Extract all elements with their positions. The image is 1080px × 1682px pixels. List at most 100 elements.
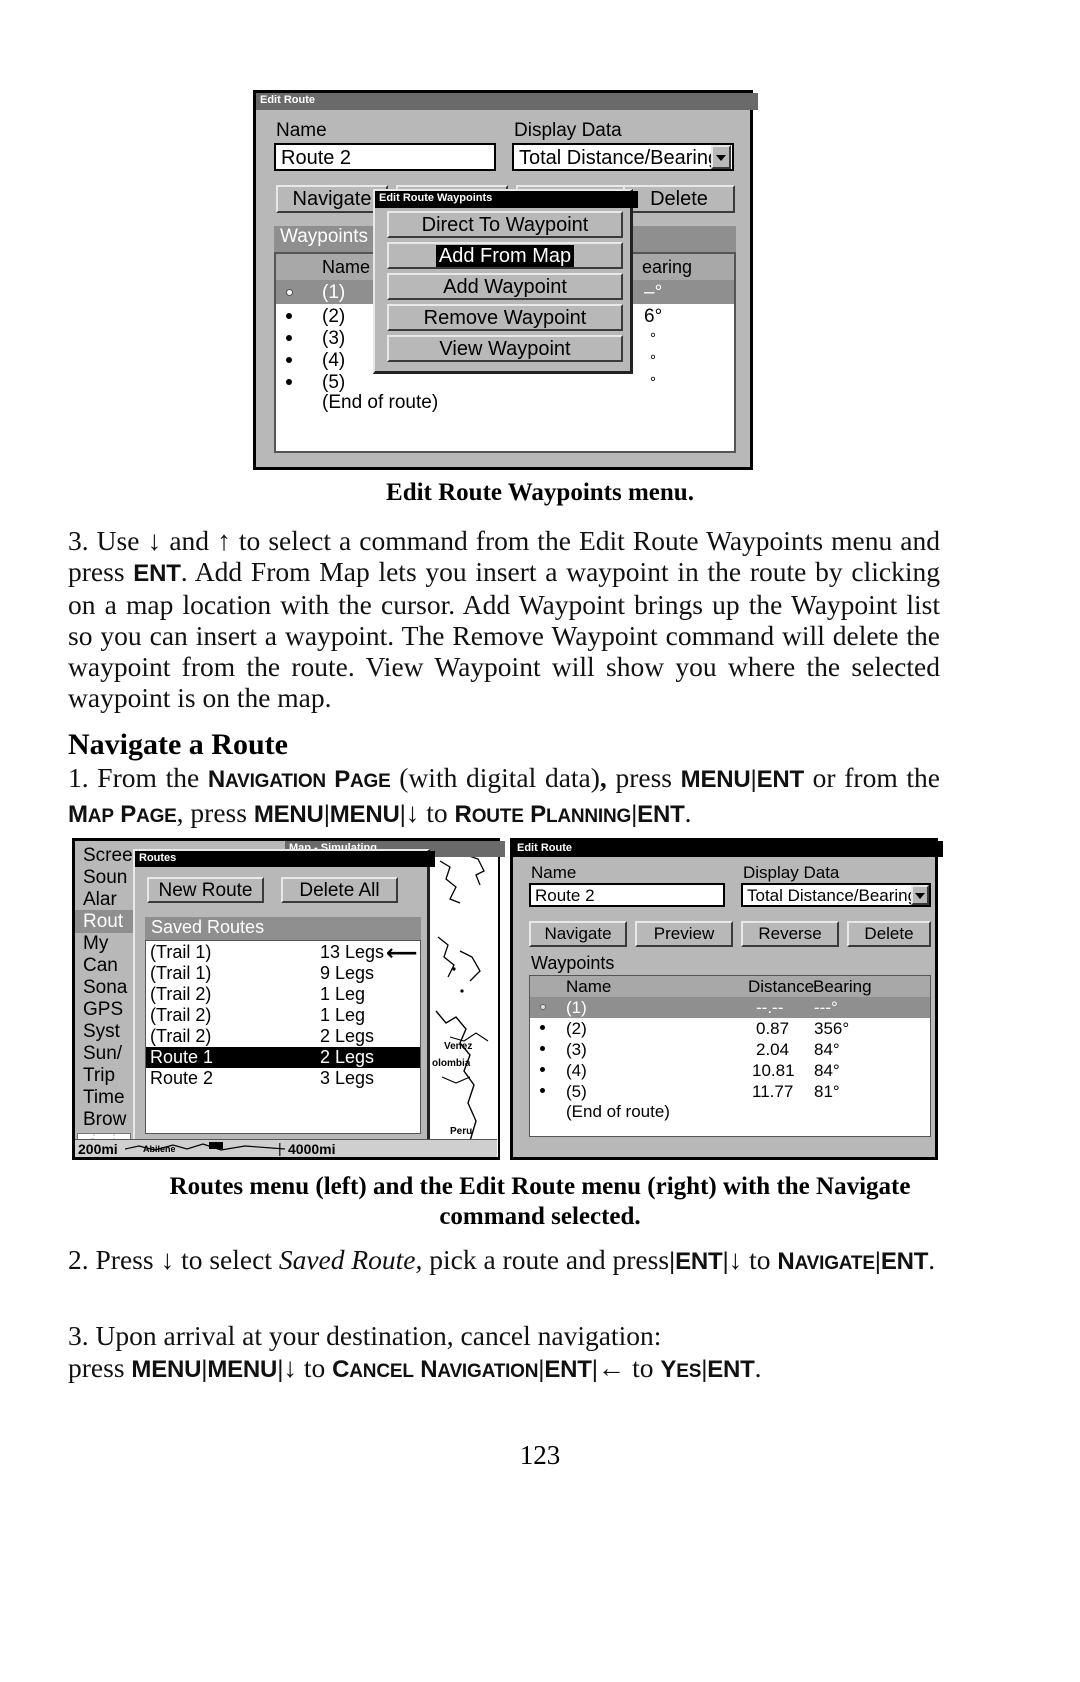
sidebar-item-sun-moon[interactable]: Sun/ <box>75 1042 133 1065</box>
figure2-caption-line-2: command selected. <box>439 1203 641 1230</box>
route-list-item[interactable]: (Trail 2) 1 Leg <box>146 1005 420 1026</box>
waypoint-marker-icon <box>540 1088 545 1093</box>
sidebar-item-screen[interactable]: Screen <box>75 844 143 867</box>
step3-prefix: 3. Use <box>68 525 148 556</box>
sidebar-item-cancel[interactable]: Can <box>75 954 133 977</box>
sidebar-item-trip[interactable]: Trip <box>75 1064 133 1087</box>
menu-item-label: Direct To Waypoint <box>421 214 589 236</box>
popup-titlebar: Edit Route Waypoints <box>375 191 638 208</box>
route-list-item-selected[interactable]: Route 1 2 Legs <box>146 1047 420 1068</box>
routes-window: Routes New Route Delete All Saved Routes… <box>133 849 435 1145</box>
step2-prefix: 2. Press <box>68 1244 161 1275</box>
figure-edit-route-waypoints: Edit Route Name Route 2 Display Data Tot… <box>253 90 758 470</box>
waypoint-name: (1) <box>566 998 587 1017</box>
sidebar-item-gps[interactable]: GPS <box>75 998 133 1021</box>
figure2-caption-line-1: Routes menu (left) and the Edit Route me… <box>169 1173 911 1200</box>
waypoint-name: (1) <box>322 282 346 303</box>
waypoint-row[interactable]: (1) --.-- ---° <box>530 997 930 1018</box>
waypoint-bearing: 81° <box>814 1082 840 1101</box>
sidebar-item-sonar[interactable]: Sona <box>75 976 133 999</box>
waypoint-name: (5) <box>566 1082 587 1101</box>
waypoints-table: Name Distance Bearing (1) --.-- ---° (2)… <box>529 975 931 1137</box>
step1-mid3: or from the <box>804 762 940 793</box>
step3b-mid2: to <box>625 1352 661 1383</box>
key-menu: MENU <box>253 801 324 828</box>
route-list-item[interactable]: (Trail 1) 9 Legs <box>146 963 420 984</box>
chevron-down-icon[interactable] <box>911 885 929 905</box>
delete-button[interactable]: Delete <box>847 921 931 947</box>
add-from-map-menu-item[interactable]: Add From Map <box>387 242 623 269</box>
edit-route-titlebar: Edit Route <box>513 841 943 857</box>
view-waypoint-menu-item[interactable]: View Waypoint <box>387 335 623 362</box>
sidebar-item-routes[interactable]: Rout <box>75 910 133 933</box>
waypoint-row[interactable]: (5) 11.77 81° <box>530 1081 930 1102</box>
sidebar-item-my-trails[interactable]: My <box>75 932 133 955</box>
key-menu: MENU <box>207 1356 278 1383</box>
display-data-select[interactable]: Total Distance/Bearing <box>512 143 734 171</box>
waypoint-name: (5) <box>322 372 346 393</box>
figure-routes-menu: Venez olombia Peru Map - Simulating Scre… <box>72 838 505 1160</box>
route-name: (Trail 1) <box>150 963 212 983</box>
waypoint-row[interactable]: (2) 0.87 356° <box>530 1018 930 1039</box>
sidebar-item-browse[interactable]: Brow <box>75 1108 133 1131</box>
down-arrow-icon: ↓ <box>405 797 420 828</box>
route-list-item[interactable]: (Trail 1) 13 Legs ⟵ <box>146 942 420 964</box>
sidebar-item-sound[interactable]: Soun <box>75 866 133 889</box>
waypoint-name: (4) <box>566 1061 587 1080</box>
column-bearing: earing <box>642 257 693 277</box>
step3b-press: press <box>68 1352 132 1383</box>
step2-mid1: to select <box>174 1244 279 1275</box>
display-data-select[interactable]: Total Distance/Bearing <box>741 883 931 907</box>
route-legs: 2 Legs <box>320 1047 375 1067</box>
name-input[interactable]: Route 2 <box>274 143 496 171</box>
waypoint-row[interactable]: (3) 2.04 84° <box>530 1039 930 1060</box>
name-input[interactable]: Route 2 <box>529 883 725 907</box>
up-arrow-icon: ↑ <box>217 525 231 556</box>
route-list-item[interactable]: (Trail 2) 1 Leg <box>146 984 420 1005</box>
key-menu: MENU <box>680 766 751 793</box>
coastline-graphic <box>435 854 489 1142</box>
menu-item-label: Remove Waypoint <box>423 307 587 329</box>
route-list-item[interactable]: Route 2 3 Legs <box>146 1068 420 1089</box>
edit-route-waypoints-popup: Edit Route Waypoints Direct To Waypoint … <box>373 189 638 374</box>
menu-item-label: Add From Map <box>435 245 575 267</box>
route-name: (Trail 1) <box>150 942 212 962</box>
delete-button[interactable]: Delete <box>623 185 735 213</box>
waypoint-bearing: –° <box>644 282 663 303</box>
waypoint-bearing: ° <box>650 374 656 391</box>
navigate-button[interactable]: Navigate <box>276 185 388 213</box>
waypoints-label: Waypoints <box>531 953 615 973</box>
sidebar-item-alarms[interactable]: Alar <box>75 888 133 911</box>
paragraph-step-2: 2. Press ↓ to select Saved Route, pick a… <box>68 1244 940 1279</box>
delete-all-button[interactable]: Delete All <box>281 877 398 903</box>
key-ent: ENT <box>756 766 805 793</box>
waypoint-marker-icon <box>286 357 292 363</box>
navigate-button[interactable]: Navigate <box>529 921 627 947</box>
route-legs: 9 Legs <box>320 963 375 983</box>
preview-button[interactable]: Preview <box>635 921 733 947</box>
step1-mid5: to <box>419 797 455 828</box>
new-route-button[interactable]: New Route <box>147 877 264 903</box>
route-legs: 13 Legs <box>320 942 385 962</box>
chevron-down-icon[interactable] <box>711 145 731 169</box>
column-distance: Distance <box>748 977 815 996</box>
window-titlebar: Edit Route <box>256 93 758 110</box>
route-name: Route 1 <box>150 1047 214 1067</box>
down-arrow-icon: ↓ <box>283 1352 297 1383</box>
reverse-button[interactable]: Reverse <box>741 921 839 947</box>
waypoint-marker-icon <box>540 1004 546 1010</box>
route-list-item[interactable]: (Trail 2) 2 Legs <box>146 1026 420 1047</box>
scale-terrain-graphic <box>125 1142 285 1151</box>
direct-to-waypoint-menu-item[interactable]: Direct To Waypoint <box>387 211 623 238</box>
waypoints-column-header: Name Distance Bearing <box>530 976 930 997</box>
saved-route-italic: Saved Route, <box>278 1244 423 1275</box>
cancel-navigation-label: CANCEL NAVIGATION <box>332 1356 539 1383</box>
waypoint-bearing: 84° <box>814 1040 840 1059</box>
remove-waypoint-menu-item[interactable]: Remove Waypoint <box>387 304 623 331</box>
sidebar-item-time[interactable]: Time <box>75 1086 133 1109</box>
scale-left-label: 200mi <box>78 1141 118 1157</box>
waypoint-row[interactable]: (4) 10.81 84° <box>530 1060 930 1081</box>
sidebar-item-system[interactable]: Syst <box>75 1020 133 1043</box>
add-waypoint-menu-item[interactable]: Add Waypoint <box>387 273 623 300</box>
key-ent: ENT <box>637 801 685 828</box>
